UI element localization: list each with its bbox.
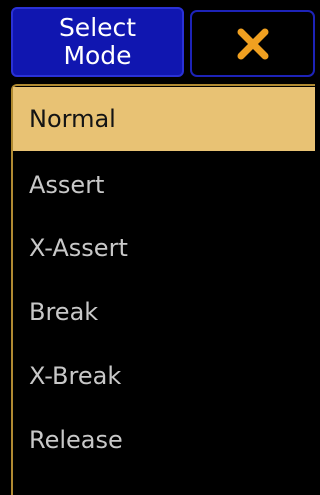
mode-item-label: X-Assert bbox=[29, 234, 128, 262]
mode-item-label: Release bbox=[29, 426, 123, 454]
mode-list: Normal Assert X-Assert Break X-Break Rel… bbox=[11, 84, 315, 495]
select-mode-title-button[interactable]: Select Mode bbox=[11, 7, 184, 77]
mode-item-assert[interactable]: Assert bbox=[13, 153, 315, 217]
title-line-2: Mode bbox=[63, 41, 132, 70]
mode-item-x-break[interactable]: X-Break bbox=[13, 344, 315, 408]
mode-item-label: Assert bbox=[29, 171, 105, 199]
mode-item-break[interactable]: Break bbox=[13, 280, 315, 344]
mode-item-release[interactable]: Release bbox=[13, 408, 315, 472]
close-icon bbox=[237, 28, 268, 59]
close-button[interactable] bbox=[190, 10, 315, 77]
mode-item-label: Normal bbox=[29, 105, 116, 133]
mode-item-label: Break bbox=[29, 298, 99, 326]
mode-item-normal[interactable]: Normal bbox=[13, 87, 315, 151]
select-mode-popup: Select Mode Normal Assert X-Assert Break… bbox=[0, 0, 320, 495]
mode-item-x-assert[interactable]: X-Assert bbox=[13, 216, 315, 280]
mode-item-label: X-Break bbox=[29, 362, 122, 390]
title-line-1: Select bbox=[58, 13, 137, 42]
